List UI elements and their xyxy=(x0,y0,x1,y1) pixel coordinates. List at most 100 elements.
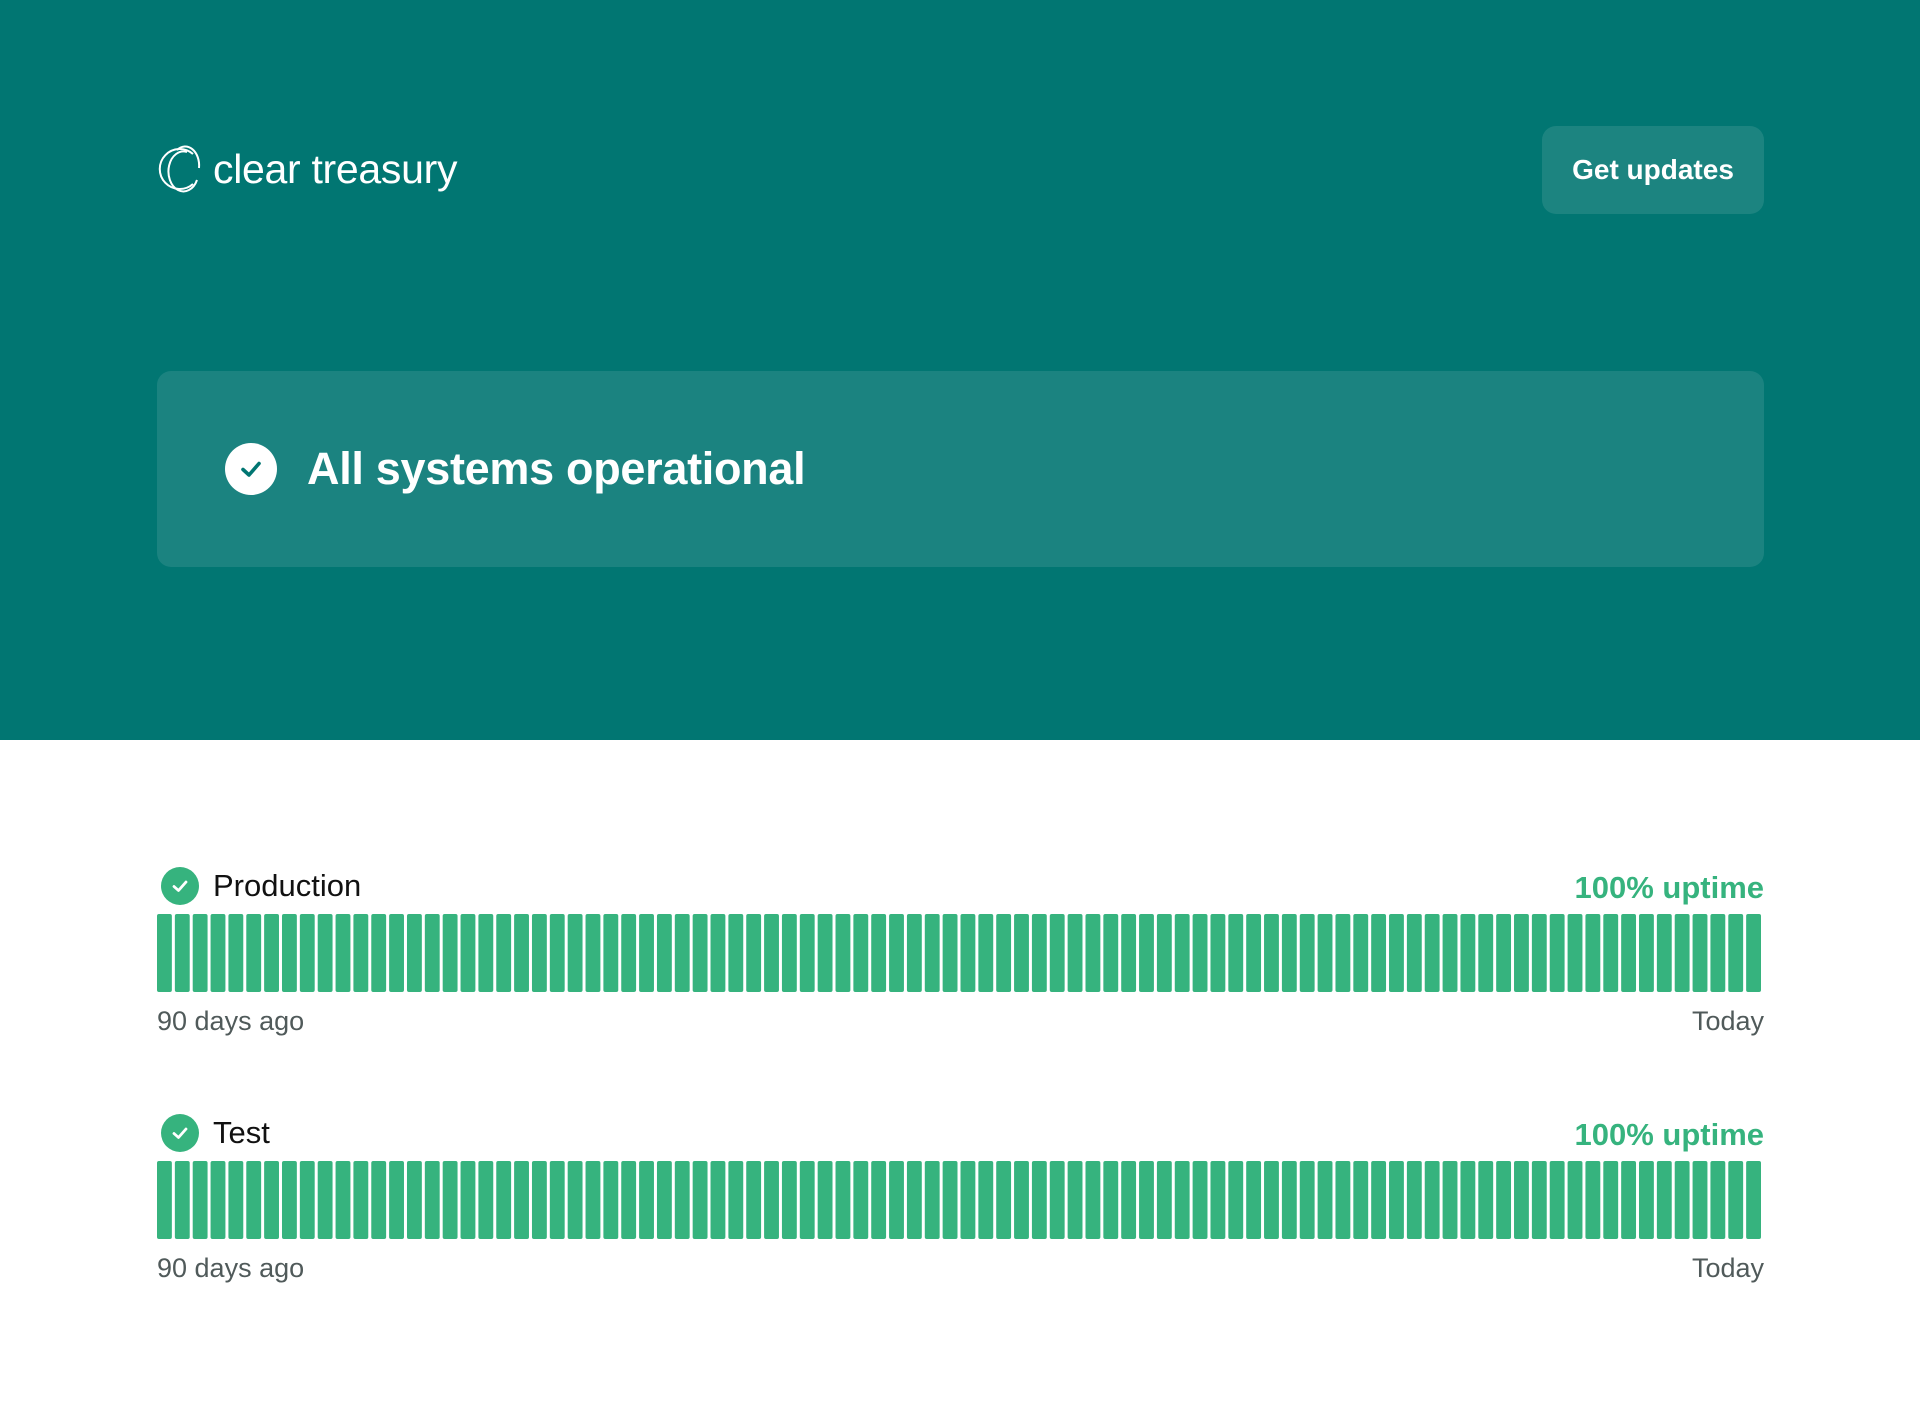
uptime-day-bar[interactable] xyxy=(460,1161,476,1239)
uptime-day-bar[interactable] xyxy=(1317,914,1333,992)
uptime-day-bar[interactable] xyxy=(585,914,601,992)
uptime-day-bar[interactable] xyxy=(1710,1161,1726,1239)
uptime-day-bar[interactable] xyxy=(799,1161,815,1239)
uptime-day-bar[interactable] xyxy=(496,1161,512,1239)
uptime-day-bar[interactable] xyxy=(1014,914,1029,992)
uptime-day-bar[interactable] xyxy=(1264,1161,1279,1239)
uptime-day-bar[interactable] xyxy=(353,914,369,992)
uptime-day-bar[interactable] xyxy=(1085,1161,1101,1239)
uptime-day-bar[interactable] xyxy=(210,1161,226,1239)
uptime-day-bar[interactable] xyxy=(621,1161,637,1239)
uptime-day-bar[interactable] xyxy=(1067,914,1083,992)
uptime-day-bar[interactable] xyxy=(871,914,887,992)
uptime-day-bar[interactable] xyxy=(281,914,297,992)
uptime-day-bar[interactable] xyxy=(1299,914,1315,992)
uptime-day-bar[interactable] xyxy=(1639,914,1654,992)
get-updates-button[interactable]: Get updates xyxy=(1542,126,1764,214)
uptime-day-bar[interactable] xyxy=(1567,914,1583,992)
uptime-day-bar[interactable] xyxy=(674,1161,690,1239)
uptime-day-bar[interactable] xyxy=(585,1161,601,1239)
uptime-day-bar[interactable] xyxy=(1246,914,1262,992)
uptime-day-bar[interactable] xyxy=(817,1161,833,1239)
uptime-day-bar[interactable] xyxy=(1067,1161,1083,1239)
uptime-day-bar[interactable] xyxy=(1281,914,1297,992)
uptime-day-bar[interactable] xyxy=(567,1161,583,1239)
uptime-day-bar[interactable] xyxy=(746,914,762,992)
uptime-day-bar[interactable] xyxy=(424,914,440,992)
uptime-day-bar[interactable] xyxy=(157,1161,172,1239)
uptime-day-bar[interactable] xyxy=(1656,1161,1672,1239)
uptime-day-bar[interactable] xyxy=(603,1161,619,1239)
uptime-day-bar[interactable] xyxy=(1121,1161,1137,1239)
uptime-day-bar[interactable] xyxy=(1478,1161,1494,1239)
uptime-day-bar[interactable] xyxy=(549,914,565,992)
uptime-day-bar[interactable] xyxy=(192,914,208,992)
uptime-day-bar[interactable] xyxy=(1460,1161,1476,1239)
uptime-day-bar[interactable] xyxy=(603,914,619,992)
uptime-day-bar[interactable] xyxy=(906,1161,922,1239)
uptime-day-bar[interactable] xyxy=(1656,914,1672,992)
uptime-day-bar[interactable] xyxy=(549,1161,565,1239)
uptime-day-bar[interactable] xyxy=(656,1161,672,1239)
uptime-day-bar[interactable] xyxy=(460,914,476,992)
uptime-day-bar[interactable] xyxy=(299,1161,315,1239)
uptime-day-bar[interactable] xyxy=(353,1161,369,1239)
uptime-day-bar[interactable] xyxy=(960,914,976,992)
uptime-day-bar[interactable] xyxy=(1531,914,1547,992)
uptime-day-bar[interactable] xyxy=(1210,1161,1226,1239)
uptime-day-bar[interactable] xyxy=(853,914,869,992)
uptime-day-bar[interactable] xyxy=(1049,914,1065,992)
uptime-day-bar[interactable] xyxy=(514,914,529,992)
uptime-day-bar[interactable] xyxy=(1478,914,1494,992)
uptime-day-bar[interactable] xyxy=(853,1161,869,1239)
uptime-day-bar[interactable] xyxy=(1496,1161,1512,1239)
uptime-day-bar[interactable] xyxy=(942,914,958,992)
uptime-day-bar[interactable] xyxy=(1085,914,1101,992)
uptime-day-bar[interactable] xyxy=(1389,914,1404,992)
uptime-day-bar[interactable] xyxy=(1139,914,1154,992)
uptime-day-bar[interactable] xyxy=(639,914,654,992)
uptime-day-bar[interactable] xyxy=(531,1161,547,1239)
uptime-day-bar[interactable] xyxy=(1121,914,1137,992)
uptime-day-bar[interactable] xyxy=(1746,1161,1761,1239)
uptime-day-bar[interactable] xyxy=(1049,1161,1065,1239)
uptime-day-bar[interactable] xyxy=(514,1161,529,1239)
uptime-day-bar[interactable] xyxy=(764,914,779,992)
uptime-day-bar[interactable] xyxy=(1192,914,1208,992)
uptime-day-bar[interactable] xyxy=(1442,1161,1458,1239)
uptime-day-bar[interactable] xyxy=(389,914,404,992)
uptime-day-bar[interactable] xyxy=(1728,1161,1744,1239)
uptime-day-bar[interactable] xyxy=(1585,914,1601,992)
uptime-day-bar[interactable] xyxy=(1281,1161,1297,1239)
uptime-day-bar[interactable] xyxy=(1496,914,1512,992)
uptime-day-bar[interactable] xyxy=(192,1161,208,1239)
uptime-day-bar[interactable] xyxy=(1317,1161,1333,1239)
uptime-day-bar[interactable] xyxy=(174,1161,190,1239)
uptime-day-bar[interactable] xyxy=(978,914,994,992)
uptime-day-bar[interactable] xyxy=(692,914,708,992)
uptime-day-bar[interactable] xyxy=(781,1161,797,1239)
uptime-day-bar[interactable] xyxy=(1728,914,1744,992)
uptime-day-bar[interactable] xyxy=(1264,914,1279,992)
uptime-day-bar[interactable] xyxy=(1406,914,1422,992)
uptime-day-bar[interactable] xyxy=(442,1161,458,1239)
uptime-day-bar[interactable] xyxy=(1585,1161,1601,1239)
uptime-day-bar[interactable] xyxy=(1353,1161,1369,1239)
uptime-day-bar[interactable] xyxy=(246,914,262,992)
uptime-day-bar[interactable] xyxy=(1692,1161,1708,1239)
uptime-day-bar[interactable] xyxy=(1014,1161,1029,1239)
uptime-day-bar[interactable] xyxy=(157,914,172,992)
uptime-day-bar[interactable] xyxy=(692,1161,708,1239)
uptime-day-bar[interactable] xyxy=(299,914,315,992)
uptime-day-bar[interactable] xyxy=(1514,914,1529,992)
uptime-day-bar[interactable] xyxy=(1603,1161,1619,1239)
uptime-day-bar[interactable] xyxy=(567,914,583,992)
uptime-day-bar[interactable] xyxy=(1442,914,1458,992)
uptime-day-bar[interactable] xyxy=(942,1161,958,1239)
uptime-day-bar[interactable] xyxy=(406,1161,422,1239)
uptime-day-bar[interactable] xyxy=(924,914,940,992)
uptime-day-bar[interactable] xyxy=(1210,914,1226,992)
uptime-day-bar[interactable] xyxy=(1156,1161,1172,1239)
uptime-day-bar[interactable] xyxy=(1746,914,1761,992)
uptime-day-bar[interactable] xyxy=(1549,1161,1565,1239)
